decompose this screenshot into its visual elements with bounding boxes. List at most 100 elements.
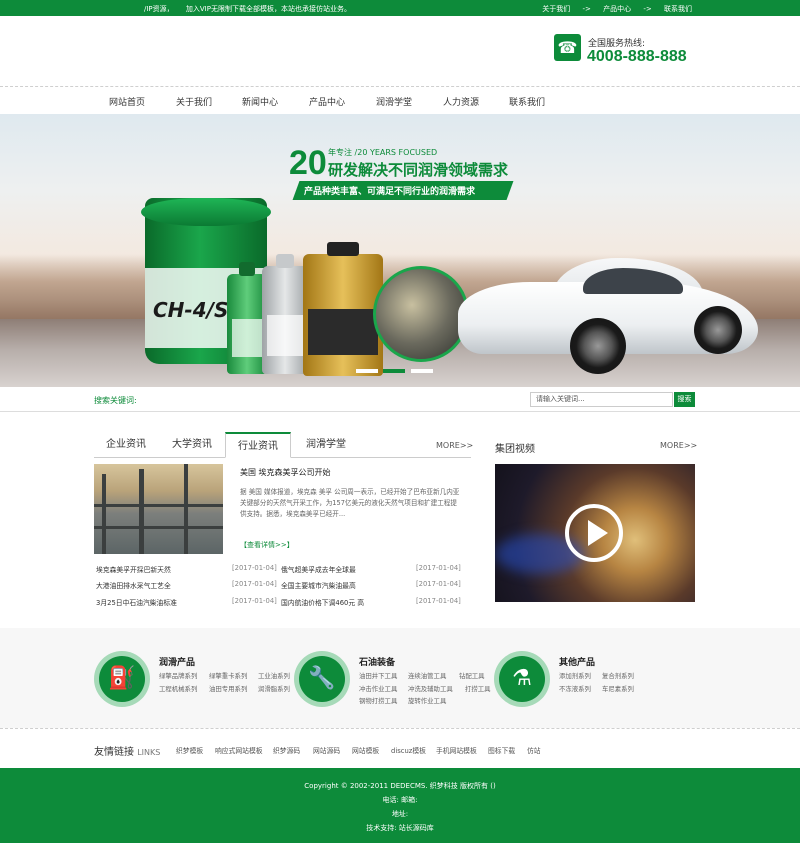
- list-item[interactable]: 国内航油价格下调460元 高 [2017-01-04]: [281, 597, 461, 607]
- green-oil-bottle: [227, 262, 267, 374]
- list-item[interactable]: 3月25日中石油汽柴油标准 [2017-01-04]: [96, 597, 277, 607]
- product-link[interactable]: 绿擎重卡系列: [209, 671, 247, 680]
- product-link[interactable]: 旋转作业工具: [408, 696, 446, 705]
- nav-hr[interactable]: 人力资源: [443, 95, 479, 108]
- product-link[interactable]: 车尼素系列: [602, 684, 634, 693]
- product-link[interactable]: 不冻液系列: [559, 684, 591, 693]
- search-bar: 搜索关键词: 请输入关键词... 搜索: [0, 387, 800, 412]
- product-category-title[interactable]: 其他产品: [559, 655, 595, 668]
- top-link-contact[interactable]: 联系我们: [664, 5, 692, 13]
- list-item[interactable]: 大港油田排水采气工艺全 [2017-01-04]: [96, 580, 277, 590]
- top-link-about[interactable]: 关于我们: [542, 5, 570, 13]
- footer-support[interactable]: 技术支持: 站长源码库: [0, 823, 800, 833]
- news-item-title[interactable]: 埃克森美孚开採巴新天然: [96, 566, 171, 574]
- product-category-title[interactable]: 润滑产品: [159, 655, 195, 668]
- product-categories: ⛽ 润滑产品 绿擎品牌系列 绿擎重卡系列 工业油系列 工程机械系列 油田专用系列…: [0, 628, 800, 728]
- hero-banner[interactable]: 20 年专注 /20 YEARS FOCUSED 研发解决不同润滑领域需求 产品…: [0, 114, 800, 387]
- friend-links-title-cn: 友情链接: [94, 747, 134, 758]
- product-link[interactable]: 复合剂系列: [602, 671, 634, 680]
- tab-lubrication-school[interactable]: 润滑学堂: [294, 432, 358, 458]
- friend-link[interactable]: 网站模板: [352, 745, 379, 755]
- banner-title: 研发解决不同润滑领域需求: [328, 161, 509, 179]
- video-section-title: 集团视频: [495, 444, 535, 455]
- nav-news[interactable]: 新闻中心: [242, 95, 278, 108]
- banner-subtitle: 年专注 /20 YEARS FOCUSED: [328, 148, 438, 157]
- product-link[interactable]: 绿擎品牌系列: [159, 671, 197, 680]
- top-notice-1: /IP资源，: [144, 5, 174, 13]
- news-item-title[interactable]: 俄气超美孚成去年全球最: [281, 566, 356, 574]
- bucket-lid: [141, 198, 271, 226]
- top-link-arrow-1: ->: [582, 5, 591, 13]
- news-more-link[interactable]: MORE>>: [436, 441, 473, 450]
- nav-home[interactable]: 网站首页: [109, 95, 145, 108]
- product-link[interactable]: 油田井下工具: [359, 671, 397, 680]
- nav-lubrication[interactable]: 润滑学堂: [376, 95, 412, 108]
- wrench-icon[interactable]: 🔧: [294, 651, 350, 707]
- friend-link[interactable]: 网站源码: [313, 745, 340, 755]
- product-link[interactable]: 添加剂系列: [559, 671, 591, 680]
- tab-industry-news[interactable]: 行业资讯: [225, 432, 291, 458]
- product-link[interactable]: 连续油管工具: [408, 671, 446, 680]
- news-featured-title[interactable]: 美国 埃克森美孚公司开始: [240, 467, 331, 478]
- silver-oil-bottle: [262, 254, 308, 374]
- search-button[interactable]: 搜索: [674, 392, 695, 407]
- news-item-title[interactable]: 3月25日中石油汽柴油标准: [96, 599, 177, 607]
- product-link[interactable]: 工业油系列: [258, 671, 290, 680]
- friend-link[interactable]: 织梦模板: [176, 745, 203, 755]
- news-item-title[interactable]: 全国主要城市汽柴油最高: [281, 582, 356, 590]
- phone-icon: ☎: [554, 34, 581, 61]
- product-link[interactable]: 润滑脂系列: [258, 684, 290, 693]
- play-icon[interactable]: [565, 504, 623, 562]
- news-tabs: 企业资讯 大学资讯 行业资讯 润滑学堂: [94, 432, 471, 458]
- slider-dot-3[interactable]: [411, 369, 433, 373]
- footer-address: 地址:: [391, 810, 409, 818]
- product-link[interactable]: 油田专用系列: [209, 684, 247, 693]
- top-bar: /IP资源， 加入VIP无限制下载全部模板，本站也承接仿站业务。 关于我们 ->…: [0, 0, 800, 16]
- product-link[interactable]: 工程机械系列: [159, 684, 197, 693]
- news-featured-image[interactable]: [94, 464, 223, 554]
- engine-oil-closeup: [373, 266, 469, 362]
- banner-years: 20: [289, 144, 327, 182]
- news-item-date: [2017-01-04]: [416, 597, 461, 605]
- friend-link[interactable]: 织梦源码: [273, 745, 300, 755]
- friend-link[interactable]: discuz模板: [391, 745, 426, 755]
- product-link[interactable]: 钢物打捞工具: [359, 696, 397, 705]
- video-player[interactable]: [495, 464, 695, 602]
- product-link[interactable]: 打捞工具: [465, 684, 491, 693]
- friend-links-title: 友情链接 LINKS: [94, 743, 160, 758]
- news-featured-more[interactable]: 【查看详情>>】: [240, 540, 294, 550]
- top-notice-2[interactable]: 加入VIP无限制下载全部模板，本站也承接仿站业务。: [186, 5, 351, 13]
- slider-dot-2[interactable]: [383, 369, 405, 373]
- list-item[interactable]: 俄气超美孚成去年全球最 [2017-01-04]: [281, 564, 461, 574]
- friend-link[interactable]: 响应式网站模板: [215, 745, 263, 755]
- friend-link[interactable]: 仿站: [527, 745, 541, 755]
- product-link[interactable]: 冲洗及辅助工具: [408, 684, 453, 693]
- slider-dot-1[interactable]: [356, 369, 378, 373]
- nav-contact[interactable]: 联系我们: [509, 95, 545, 108]
- nav-about[interactable]: 关于我们: [176, 95, 212, 108]
- video-more-link[interactable]: MORE>>: [660, 441, 697, 450]
- top-notice: /IP资源， 加入VIP无限制下载全部模板，本站也承接仿站业务。: [144, 4, 361, 14]
- flask-icon[interactable]: ⚗: [494, 651, 550, 707]
- list-item[interactable]: 埃克森美孚开採巴新天然 [2017-01-04]: [96, 564, 277, 574]
- gold-oil-bottle: [303, 242, 383, 376]
- news-item-title[interactable]: 大港油田排水采气工艺全: [96, 582, 171, 590]
- main-nav: 网站首页 关于我们 新闻中心 产品中心 润滑学堂 人力资源 联系我们: [0, 88, 800, 114]
- top-link-products[interactable]: 产品中心: [603, 5, 631, 13]
- friend-link[interactable]: 图标下载: [488, 745, 515, 755]
- product-category-title[interactable]: 石油装备: [359, 655, 395, 668]
- friend-link[interactable]: 手机网站模板: [436, 745, 477, 755]
- list-item[interactable]: 全国主要城市汽柴油最高 [2017-01-04]: [281, 580, 461, 590]
- product-link[interactable]: 冲击作业工具: [359, 684, 397, 693]
- nav-products[interactable]: 产品中心: [309, 95, 345, 108]
- news-item-title[interactable]: 国内航油价格下调460元 高: [281, 599, 364, 607]
- tab-university-news[interactable]: 大学资讯: [160, 432, 224, 458]
- tab-company-news[interactable]: 企业资讯: [94, 432, 158, 458]
- news-item-date: [2017-01-04]: [232, 597, 277, 605]
- search-label: 搜索关键词:: [94, 396, 137, 405]
- search-input[interactable]: 请输入关键词...: [530, 392, 673, 407]
- friend-links: 友情链接 LINKS 织梦模板 响应式网站模板 织梦源码 网站源码 网站模板 d…: [0, 728, 800, 768]
- product-link[interactable]: 钻配工具: [459, 671, 485, 680]
- oil-can-icon[interactable]: ⛽: [94, 651, 150, 707]
- header: ☎ 全国服务热线: 4008-888-888: [0, 16, 800, 86]
